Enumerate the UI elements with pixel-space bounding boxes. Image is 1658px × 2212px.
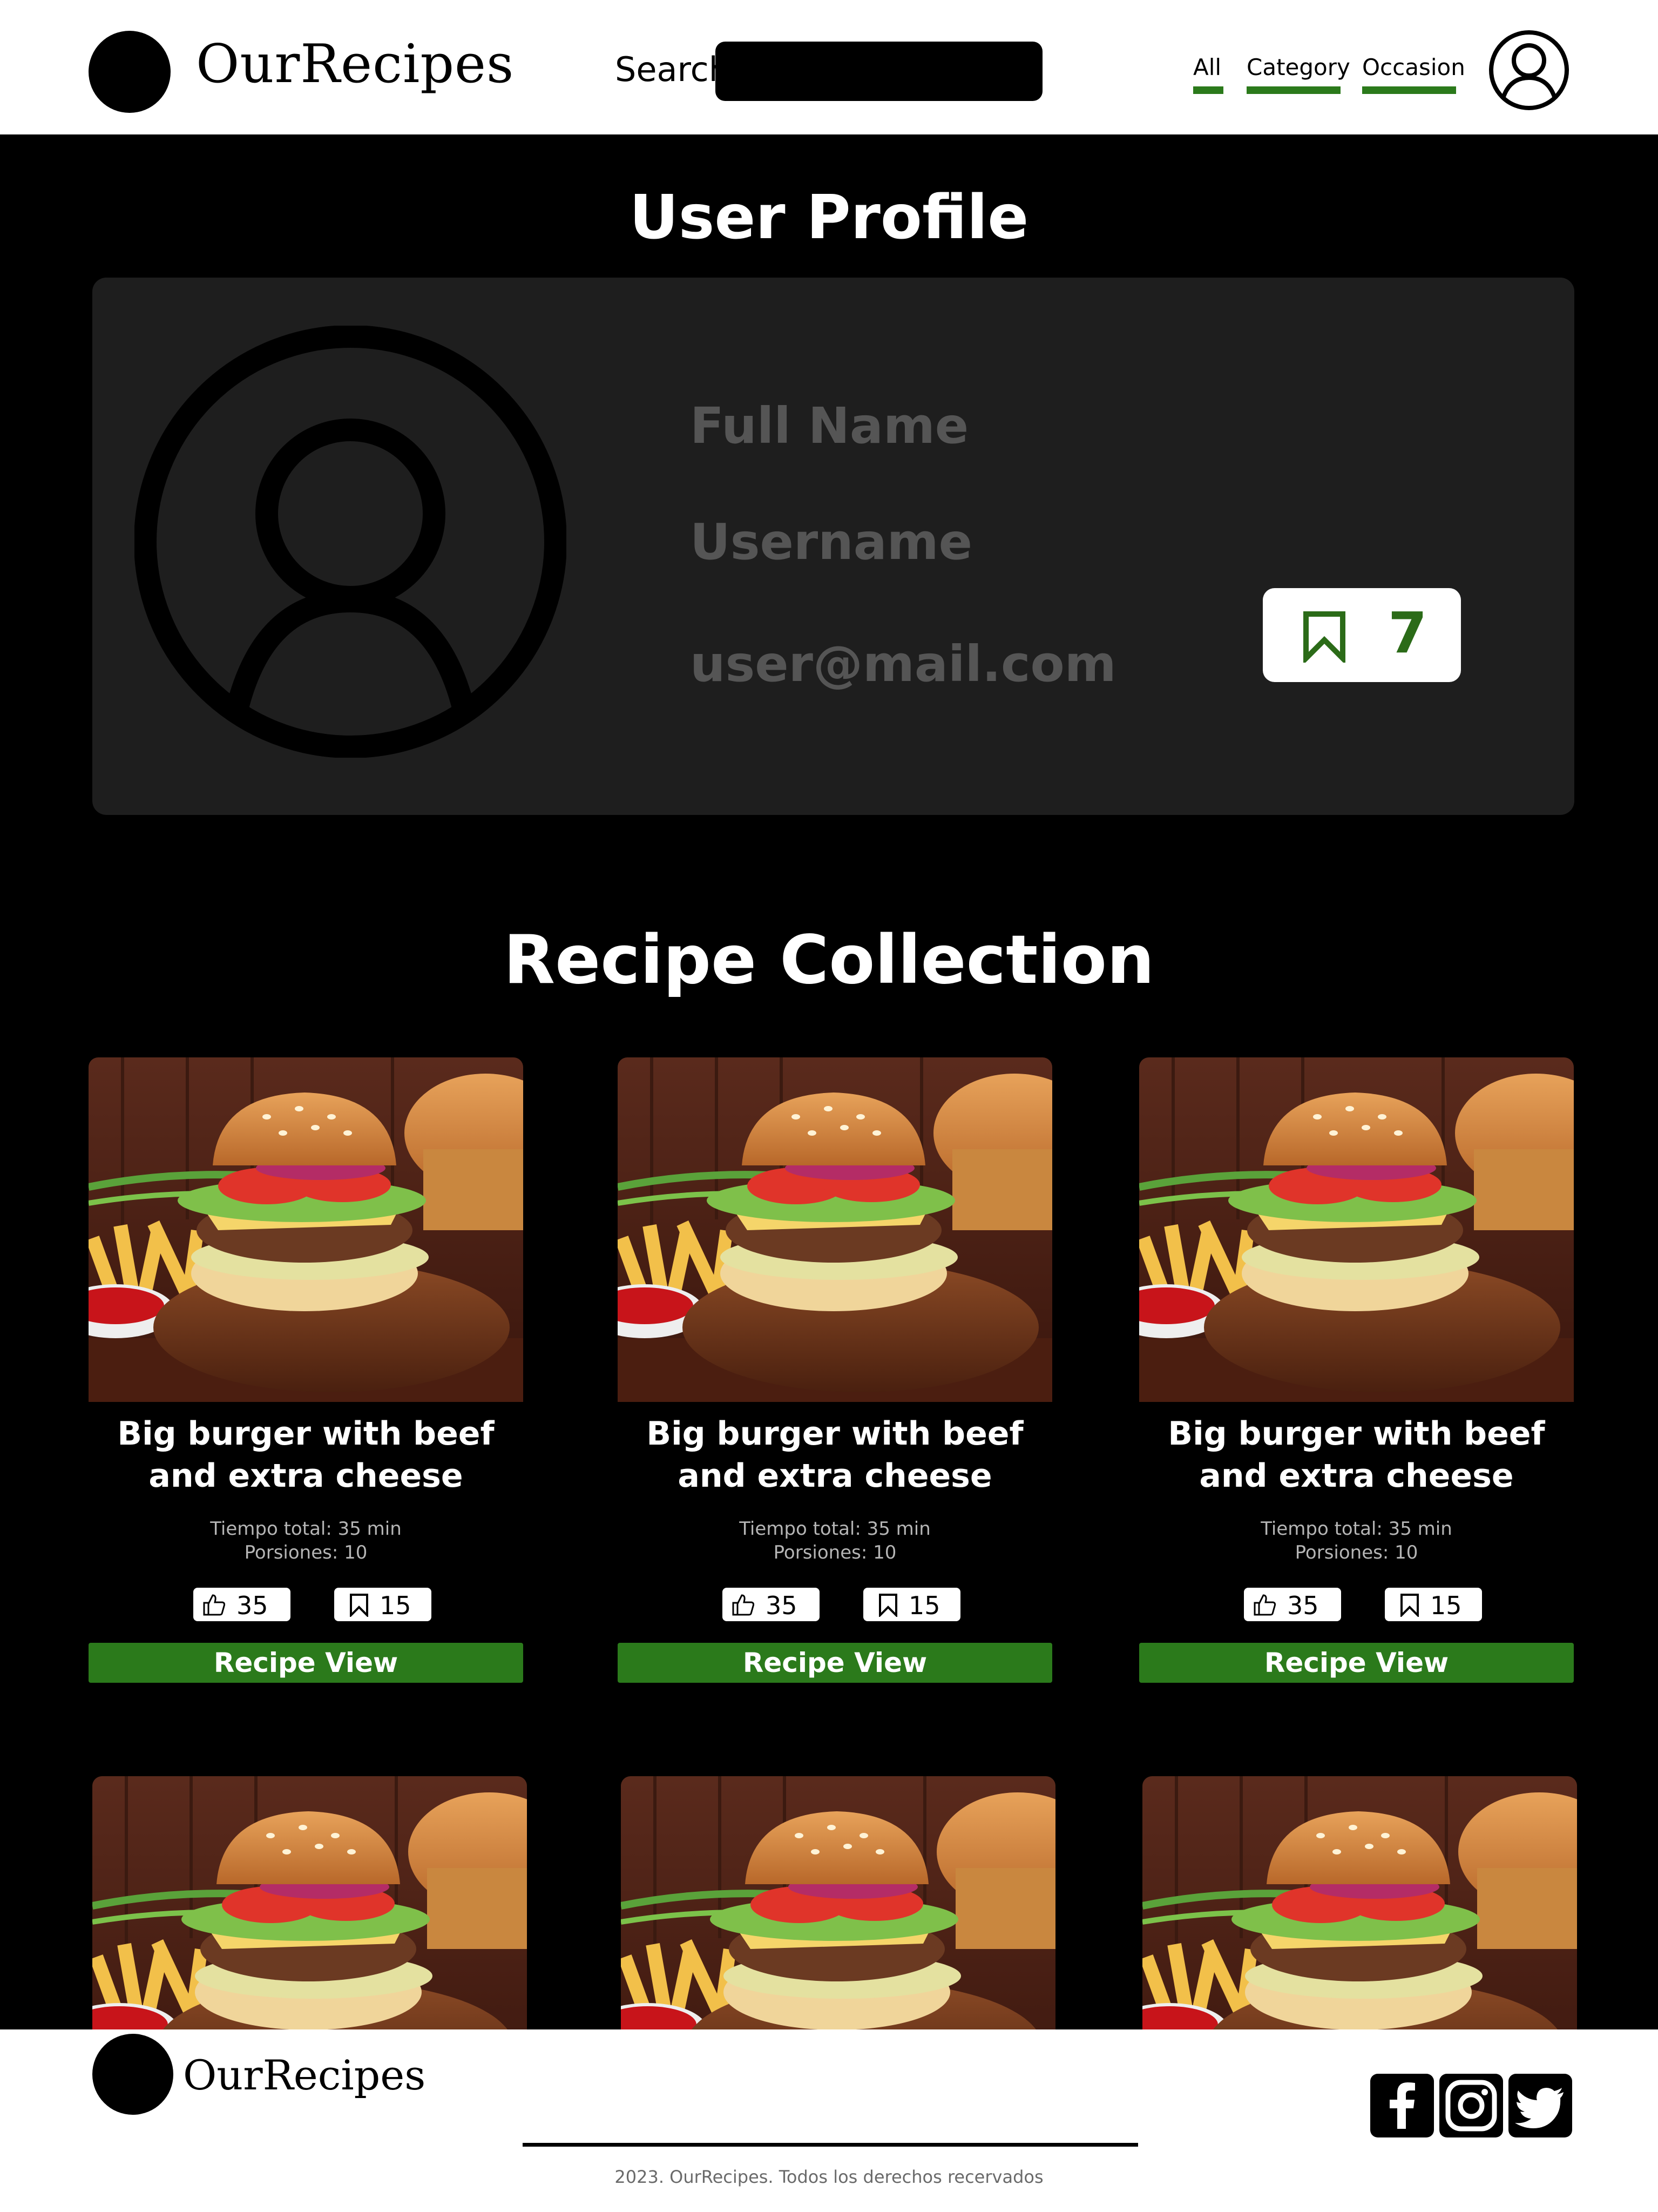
search-input[interactable]	[715, 42, 1043, 101]
recipe-title[interactable]: Big burger with beef and extra cheese	[1128, 1413, 1585, 1497]
like-count: 35	[1287, 1591, 1319, 1620]
thumbs-up-icon	[1254, 1594, 1276, 1616]
profile-username: Username	[690, 513, 973, 571]
recipe-servings: Porsiones: 10	[1295, 1542, 1418, 1563]
like-button[interactable]: 35	[1244, 1588, 1341, 1621]
profile-email: user@mail.com	[690, 635, 1116, 693]
recipe-view-button[interactable]: Recipe View	[1139, 1643, 1574, 1683]
user-account-icon[interactable]	[1488, 29, 1570, 111]
save-button[interactable]: 15	[1385, 1588, 1482, 1621]
recipe-time: Tiempo total: 35 min	[210, 1518, 402, 1540]
like-count: 35	[766, 1591, 797, 1620]
like-count: 35	[236, 1591, 268, 1620]
footer-divider	[523, 2143, 1138, 2147]
nav-category[interactable]: Category	[1247, 54, 1350, 80]
bookmark-icon	[1400, 1594, 1419, 1617]
save-count: 15	[909, 1591, 940, 1620]
profile-full-name: Full Name	[690, 397, 969, 455]
footer-logo-mark[interactable]	[92, 2034, 173, 2115]
nav-all[interactable]: All	[1193, 54, 1221, 80]
nav-all-underline	[1193, 86, 1223, 94]
footer-logo-text[interactable]: OurRecipes	[183, 2051, 425, 2099]
recipe-image[interactable]	[618, 1057, 1052, 1402]
recipe-image[interactable]	[89, 1057, 523, 1402]
recipe-title[interactable]: Big burger with beef and extra cheese	[607, 1413, 1063, 1497]
recipe-image[interactable]	[1139, 1057, 1574, 1402]
logo-mark[interactable]	[89, 31, 171, 113]
nav-category-underline	[1247, 86, 1341, 94]
twitter-icon[interactable]	[1508, 2074, 1572, 2137]
recipe-servings: Porsiones: 10	[773, 1542, 897, 1563]
profile-title: User Profile	[629, 183, 1029, 253]
recipe-image[interactable]	[1142, 1776, 1577, 2029]
recipe-time: Tiempo total: 35 min	[1261, 1518, 1452, 1540]
recipe-servings: Porsiones: 10	[244, 1542, 368, 1563]
nav-occasion-underline	[1362, 86, 1456, 94]
recipe-time: Tiempo total: 35 min	[739, 1518, 931, 1540]
recipe-view-button[interactable]: Recipe View	[89, 1643, 523, 1683]
bookmark-icon	[879, 1594, 897, 1617]
saved-recipes-badge[interactable]: 7	[1263, 588, 1461, 682]
search-label: Search	[615, 50, 730, 89]
thumbs-up-icon	[203, 1594, 226, 1616]
collection-title: Recipe Collection	[503, 921, 1155, 999]
instagram-icon[interactable]	[1439, 2074, 1503, 2137]
recipe-title[interactable]: Big burger with beef and extra cheese	[78, 1413, 534, 1497]
save-button[interactable]: 15	[863, 1588, 960, 1621]
thumbs-up-icon	[732, 1594, 755, 1616]
footer-copyright: 2023. OurRecipes. Todos los derechos rec…	[614, 2167, 1044, 2187]
save-button[interactable]: 15	[334, 1588, 431, 1621]
facebook-icon[interactable]	[1370, 2074, 1434, 2137]
recipe-image[interactable]	[92, 1776, 527, 2029]
save-count: 15	[1430, 1591, 1462, 1620]
nav-occasion[interactable]: Occasion	[1362, 54, 1465, 80]
like-button[interactable]: 35	[722, 1588, 820, 1621]
saved-count: 7	[1388, 600, 1427, 666]
save-count: 15	[380, 1591, 411, 1620]
like-button[interactable]: 35	[193, 1588, 290, 1621]
recipe-image[interactable]	[621, 1776, 1055, 2029]
bookmark-icon	[1303, 611, 1345, 663]
bookmark-icon	[350, 1594, 368, 1617]
recipe-view-button[interactable]: Recipe View	[618, 1643, 1052, 1683]
logo-text[interactable]: OurRecipes	[196, 33, 514, 95]
profile-avatar-icon[interactable]	[134, 325, 567, 758]
